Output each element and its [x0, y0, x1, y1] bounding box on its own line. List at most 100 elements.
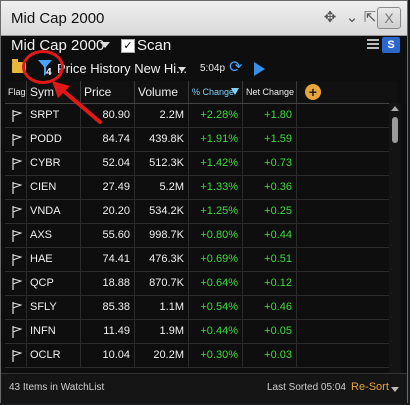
cell-pct: +0.30% [189, 344, 243, 367]
scroll-up-icon[interactable] [391, 106, 399, 111]
close-button[interactable]: X [377, 7, 401, 29]
table-row[interactable]: OCLR 10.04 20.2M +0.30% +0.03 [5, 344, 397, 368]
cell-price: 85.38 [81, 296, 135, 319]
cell-price: 20.20 [81, 200, 135, 223]
cell-price: 74.41 [81, 248, 135, 271]
watchlist-window: Mid Cap 2000 ✥ ⌄ ⇱ X Mid Cap 2000 ✓ Scan… [0, 0, 408, 403]
status-bar: 43 Items in WatchList Last Sorted 05:04 … [1, 373, 407, 403]
column-volume[interactable]: Volume [135, 81, 189, 103]
move-icon[interactable]: ✥ [321, 9, 339, 27]
table-row[interactable]: PODD 84.74 439.8K +1.91% +1.59 [5, 128, 397, 152]
cell-sym: SRPT [27, 104, 81, 127]
watchlist-name[interactable]: Mid Cap 2000 [11, 37, 104, 54]
cell-volume: 5.2M [135, 176, 189, 199]
cell-net: +0.12 [243, 272, 297, 295]
table-row[interactable]: SRPT 80.90 2.2M +2.28% +1.80 [5, 104, 397, 128]
window-title: Mid Cap 2000 [11, 10, 105, 27]
refresh-icon[interactable]: ⟳ [229, 60, 245, 76]
cell-pct: +2.28% [189, 104, 243, 127]
cell-price: 52.04 [81, 152, 135, 175]
flag-icon[interactable] [5, 152, 27, 175]
cell-net: +0.46 [243, 296, 297, 319]
play-icon[interactable] [254, 62, 265, 76]
cell-sym: PODD [27, 128, 81, 151]
cell-net: +0.36 [243, 176, 297, 199]
cell-price: 10.04 [81, 344, 135, 367]
table-row[interactable]: HAE 74.41 476.3K +0.69% +0.51 [5, 248, 397, 272]
table-row[interactable]: SFLY 85.38 1.1M +0.54% +0.46 [5, 296, 397, 320]
filter-count: 4 [46, 67, 52, 78]
table-row[interactable]: QCP 18.88 870.7K +0.64% +0.12 [5, 272, 397, 296]
filter-toolbar: 4 Price History New Hi... 5:04p ⟳ [1, 57, 407, 81]
table-row[interactable]: CYBR 52.04 512.3K +1.42% +0.73 [5, 152, 397, 176]
flag-icon[interactable] [5, 200, 27, 223]
cell-net: +0.73 [243, 152, 297, 175]
table-row[interactable]: AXS 55.60 998.7K +0.80% +0.44 [5, 224, 397, 248]
cell-pct: +0.80% [189, 224, 243, 247]
cell-pct: +0.44% [189, 320, 243, 343]
column-price[interactable]: Price [81, 81, 135, 103]
cell-sym: AXS [27, 224, 81, 247]
cell-net: +0.05 [243, 320, 297, 343]
cell-net: +0.44 [243, 224, 297, 247]
flag-icon[interactable] [5, 296, 27, 319]
table-header: Flag Sym Price Volume % Change Net Chang… [5, 81, 397, 104]
cell-pct: +0.64% [189, 272, 243, 295]
table-row[interactable]: CIEN 27.49 5.2M +1.33% +0.36 [5, 176, 397, 200]
resort-button[interactable]: Re-Sort [351, 381, 389, 393]
items-count: 43 Items in WatchList [9, 382, 105, 393]
cell-pct: +1.25% [189, 200, 243, 223]
flag-icon[interactable] [5, 320, 27, 343]
title-bar[interactable]: Mid Cap 2000 ✥ ⌄ ⇱ X [1, 1, 407, 36]
folder-icon[interactable] [12, 59, 26, 73]
watchlist-toolbar: Mid Cap 2000 ✓ Scan S [1, 35, 407, 57]
cell-price: 84.74 [81, 128, 135, 151]
menu-icon[interactable] [367, 39, 379, 50]
cell-pct: +0.54% [189, 296, 243, 319]
add-column-button[interactable]: + [305, 84, 321, 100]
column-pct-change[interactable]: % Change [189, 81, 243, 103]
flag-icon[interactable] [5, 344, 27, 367]
cell-sym: OCLR [27, 344, 81, 367]
sort-desc-icon [231, 88, 239, 95]
flag-icon[interactable] [5, 272, 27, 295]
flag-icon[interactable] [5, 128, 27, 151]
column-sym[interactable]: Sym [27, 81, 81, 103]
scroll-thumb[interactable] [392, 117, 398, 143]
scrollbar[interactable] [389, 103, 401, 373]
pct-change-label: % Change [192, 87, 235, 97]
table-row[interactable]: INFN 11.49 1.9M +0.44% +0.05 [5, 320, 397, 344]
chevron-down-icon[interactable]: ⌄ [343, 9, 361, 27]
cell-net: +0.03 [243, 344, 297, 367]
column-net-change[interactable]: Net Change [243, 81, 297, 103]
cell-pct: +1.33% [189, 176, 243, 199]
cell-volume: 439.8K [135, 128, 189, 151]
flag-icon[interactable] [5, 248, 27, 271]
filter-dropdown-icon[interactable] [178, 67, 186, 72]
scan-label: Scan [137, 37, 172, 54]
flag-icon[interactable] [5, 224, 27, 247]
cell-volume: 534.2K [135, 200, 189, 223]
table-row[interactable]: VNDA 20.20 534.2K +1.25% +0.25 [5, 200, 397, 224]
s-icon[interactable]: S [382, 37, 400, 53]
cell-sym: CIEN [27, 176, 81, 199]
cell-volume: 476.3K [135, 248, 189, 271]
watchlist-dropdown-icon[interactable] [100, 42, 110, 48]
cell-sym: QCP [27, 272, 81, 295]
resort-dropdown-icon[interactable] [391, 387, 399, 392]
cell-volume: 20.2M [135, 344, 189, 367]
cell-price: 18.88 [81, 272, 135, 295]
cell-net: +1.80 [243, 104, 297, 127]
flag-icon[interactable] [5, 104, 27, 127]
filter-dropdown[interactable]: Price History New Hi... [57, 61, 187, 76]
scan-checkbox[interactable]: ✓ [121, 39, 135, 53]
flag-icon[interactable] [5, 176, 27, 199]
cell-pct: +1.91% [189, 128, 243, 151]
cell-sym: SFLY [27, 296, 81, 319]
column-flag[interactable]: Flag [5, 81, 27, 103]
time-label: 5:04p [200, 63, 226, 74]
watchlist-table: Flag Sym Price Volume % Change Net Chang… [5, 81, 403, 373]
cell-volume: 1.1M [135, 296, 189, 319]
cell-price: 27.49 [81, 176, 135, 199]
cell-net: +0.51 [243, 248, 297, 271]
